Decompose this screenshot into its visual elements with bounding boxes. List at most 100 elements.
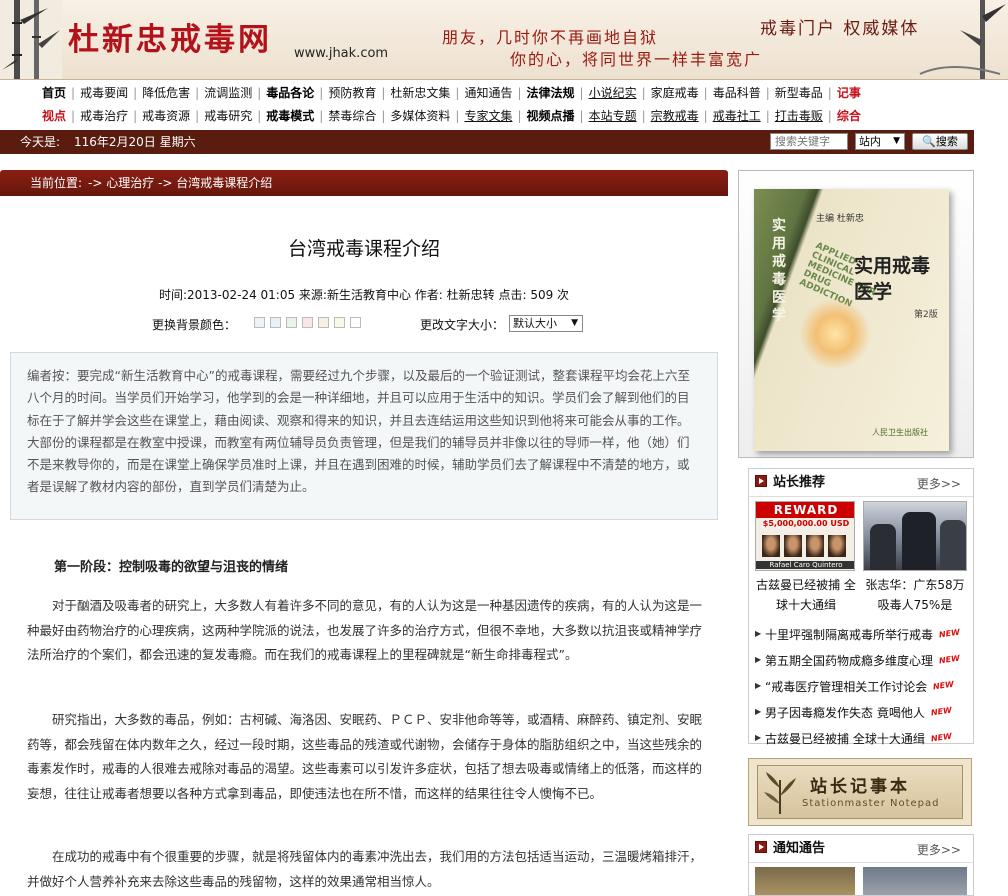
nav-item[interactable]: 记事 — [837, 82, 861, 104]
bg-color-swatch[interactable] — [270, 317, 281, 328]
nav-separator: | — [257, 86, 262, 100]
font-size-value: 默认大小 — [513, 317, 557, 330]
nav-separator: | — [517, 109, 522, 123]
recommend-item-text: “戒毒医疗管理相关工作讨论会 — [765, 680, 928, 694]
notice-box: 通知通告 更多>> — [748, 834, 974, 896]
nav-item[interactable]: 宗教戒毒 — [651, 105, 699, 127]
recommend-box: 站长推荐 更多>> REWARD $5,000,000.00 USD Rafae… — [748, 468, 974, 746]
reward-poster-name: Rafael Caro Quintero — [756, 561, 854, 569]
nav-item[interactable]: 毒品科普 — [713, 82, 761, 104]
stationmaster-notepad-banner[interactable]: 站长记事本 Stationmaster Notepad — [748, 758, 972, 826]
nav-item[interactable]: 降低危害 — [142, 82, 190, 104]
book-cover-image[interactable]: 实用戒毒医学 主编 杜新忠 APPLIED CLINICAL MEDICINE … — [754, 189, 949, 451]
recommend-item-text: 男子因毒瘾发作失态 竟喝他人 — [765, 706, 925, 720]
search-button[interactable]: 🔍搜索 — [912, 133, 968, 150]
nav-separator: | — [319, 109, 324, 123]
nav-separator: | — [319, 86, 324, 100]
nav-separator: | — [133, 86, 138, 100]
slogan-line-2: 你的心，将同世界一样丰富宽广 — [510, 50, 763, 69]
recommend-item-text: 第五期全国药物成瘾多维度心理 — [765, 654, 934, 668]
recommend-list-item[interactable]: ▶ 十里坪强制隔离戒毒所举行戒毒 NEW — [755, 621, 971, 647]
nav-item[interactable]: 专家文集 — [464, 105, 512, 127]
article-paragraph: 在成功的戒毒中有个很重要的步骤，就是将残留体内的毒素冲洗出去，我们用的方法包括适… — [27, 849, 703, 889]
play-icon — [755, 475, 767, 487]
recommend-list-item[interactable]: ▶ “戒毒医疗管理相关工作讨论会 NEW — [755, 673, 971, 699]
article-paragraph: 研究指出，大多数的毒品，例如：古柯碱、海洛因、安眠药、ＰＣＰ、安非他命等等，或酒… — [27, 712, 703, 801]
nav-separator: | — [195, 86, 200, 100]
notice-photo[interactable] — [863, 867, 967, 895]
nav-item[interactable]: 戒毒研究 — [204, 105, 252, 127]
bg-color-swatch[interactable] — [334, 317, 345, 328]
nav-separator: | — [827, 109, 832, 123]
nav-item[interactable]: 预防教育 — [328, 82, 376, 104]
nav-separator: | — [765, 109, 770, 123]
mugshot — [828, 535, 846, 557]
plant-icon — [764, 772, 796, 814]
book-spine-title: 实用戒毒医学 — [772, 218, 786, 324]
nav-item[interactable]: 杜新忠文集 — [390, 82, 450, 104]
font-size-select[interactable]: 默认大小 ▼ — [509, 315, 583, 332]
bullet-icon: ▶ — [755, 733, 762, 742]
book-publisher: 人民卫生出版社 — [872, 428, 928, 437]
nav-separator: | — [579, 86, 584, 100]
nav-item[interactable]: 视点 — [42, 105, 66, 127]
nav-separator: | — [455, 109, 460, 123]
reward-poster-image[interactable]: REWARD $5,000,000.00 USD Rafael Caro Qui… — [755, 501, 855, 571]
editor-note: 编者按：要完成“新生活教育中心”的戒毒课程，需要经过九个步骤，以及最后的一个验证… — [10, 352, 718, 520]
bg-color-swatch[interactable] — [254, 317, 265, 328]
recommend-caption[interactable]: 古兹曼已经被捕 全球十大通缉 — [755, 575, 857, 615]
bg-color-swatch[interactable] — [302, 317, 313, 328]
new-badge: NEW — [932, 679, 955, 692]
new-badge: NEW — [938, 653, 961, 666]
date-label: 今天是: — [20, 135, 61, 149]
recommend-more-link[interactable]: 更多>> — [917, 475, 961, 492]
nav-item[interactable]: 通知通告 — [464, 82, 512, 104]
bg-color-swatch[interactable] — [286, 317, 297, 328]
bg-color-swatch[interactable] — [318, 317, 329, 328]
recommend-list-item[interactable]: ▶ 第五期全国药物成瘾多维度心理 NEW — [755, 647, 971, 673]
nav-item[interactable]: 流调监测 — [204, 82, 252, 104]
notice-photo[interactable] — [755, 867, 855, 895]
book-promo[interactable]: 实用戒毒医学 主编 杜新忠 APPLIED CLINICAL MEDICINE … — [738, 170, 974, 458]
nav-item[interactable]: 毒品各论 — [266, 82, 314, 104]
nav-separator: | — [381, 109, 386, 123]
nav-item[interactable]: 戒毒治疗 — [80, 105, 128, 127]
notepad-title: 站长记事本 — [810, 777, 910, 797]
nav-item[interactable]: 综合 — [837, 105, 861, 127]
nav-item[interactable]: 戒毒资源 — [142, 105, 190, 127]
chevron-down-icon: ▼ — [893, 136, 900, 146]
search-input[interactable] — [770, 133, 848, 150]
nav-item[interactable]: 新型毒品 — [775, 82, 823, 104]
recommend-list-item[interactable]: ▶ 古兹曼已经被捕 全球十大通缉 NEW — [755, 725, 971, 751]
nav-item[interactable]: 法律法规 — [527, 82, 575, 104]
nav-item[interactable]: 本站专题 — [589, 105, 637, 127]
nav-item[interactable]: 多媒体资料 — [390, 105, 450, 127]
nav-item[interactable]: 戒毒模式 — [266, 105, 314, 127]
nav-item[interactable]: 首页 — [42, 82, 66, 104]
reward-poster-amount: $5,000,000.00 USD — [762, 519, 850, 528]
bullet-icon: ▶ — [755, 655, 762, 664]
nav-item[interactable]: 小说纪实 — [589, 82, 637, 104]
new-badge: NEW — [930, 705, 953, 718]
nav-separator: | — [381, 86, 386, 100]
recommend-list-item[interactable]: ▶ 男子因毒瘾发作失态 竟喝他人 NEW — [755, 699, 971, 725]
breadcrumb-label: 当前位置: — [30, 176, 83, 190]
nav-item[interactable]: 视频点播 — [527, 105, 575, 127]
search-button-label: 搜索 — [935, 135, 958, 148]
breadcrumb-path[interactable]: -> 心理治疗 -> 台湾戒毒课程介绍 — [88, 170, 272, 196]
bg-color-swatch[interactable] — [350, 317, 361, 328]
nav-item[interactable]: 打击毒贩 — [775, 105, 823, 127]
nav-item[interactable]: 家庭戒毒 — [651, 82, 699, 104]
meeting-photo[interactable] — [863, 501, 967, 571]
article-meta: 时间:2013-02-24 01:05 来源:新生活教育中心 作者: 杜新忠转 … — [158, 288, 570, 302]
nav-item[interactable]: 戒毒要闻 — [80, 82, 128, 104]
nav-item[interactable]: 禁毒综合 — [328, 105, 376, 127]
recommend-caption[interactable]: 张志华：广东58万吸毒人75%是 — [863, 575, 967, 615]
site-title[interactable]: 杜新忠戒毒网 — [68, 14, 272, 59]
main-nav-row-2: 视点 | 戒毒治疗 | 戒毒资源 | 戒毒研究 | 戒毒模式 | 禁毒综合 | 多媒体资料 | 专家文集 | 视… — [42, 105, 861, 127]
nav-item[interactable]: 戒毒社工 — [713, 105, 761, 127]
book-cover-glow — [800, 299, 870, 369]
bullet-icon: ▶ — [755, 629, 762, 638]
search-scope-select[interactable]: 站内 ▼ — [855, 133, 905, 150]
notice-more-link[interactable]: 更多>> — [917, 841, 961, 858]
